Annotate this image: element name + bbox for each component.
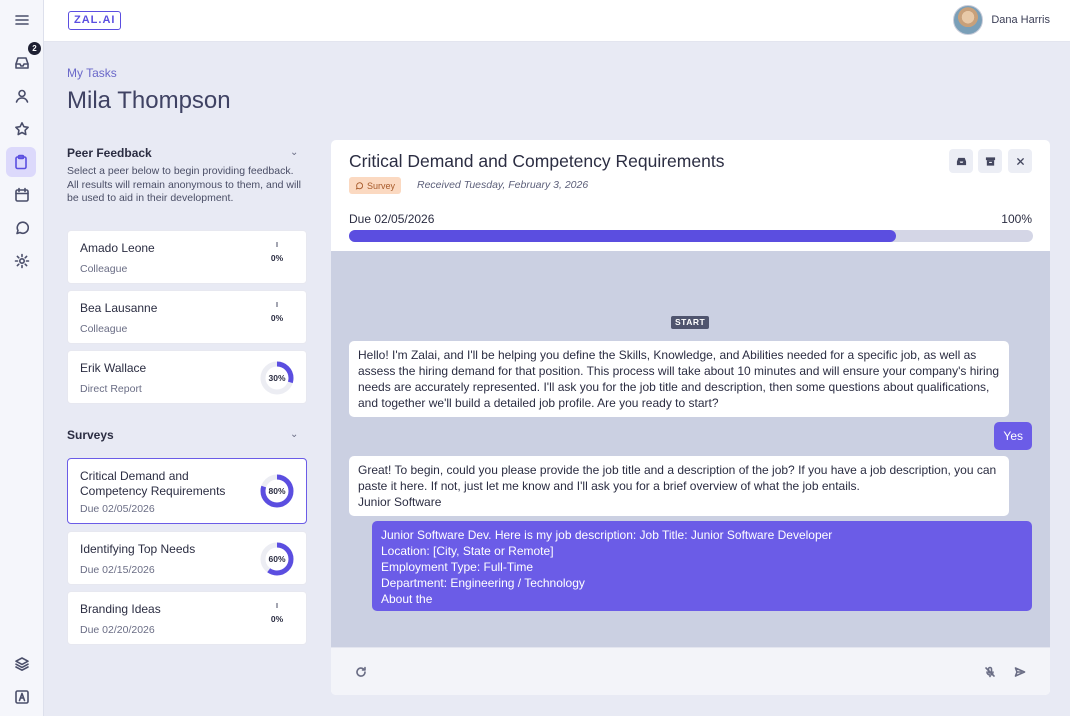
chat-input-bar[interactable] [331,647,1050,695]
inbox-icon[interactable] [11,52,33,74]
survey-name: Critical Demand and Competency Requireme… [80,469,226,498]
progress-ring: 60% [259,541,295,577]
close-button[interactable] [1008,149,1032,173]
user-icon[interactable] [11,85,33,107]
brand-logo[interactable]: ZAL.AI [68,11,122,30]
start-label: START [671,316,710,329]
mute-microphone-icon[interactable] [982,664,998,680]
peer-card[interactable]: Bea Lausanne Colleague 0% [67,290,307,344]
peer-role: Colleague [80,263,128,275]
tasks-clipboard-icon[interactable] [6,147,36,177]
peer-role: Direct Report [80,383,142,395]
star-icon[interactable] [11,118,33,140]
user-message: Yes [994,422,1032,450]
peer-card[interactable]: Amado Leone Colleague 0% [67,230,307,284]
survey-name: Branding Ideas [80,602,161,616]
survey-card[interactable]: Branding Ideas Due 02/20/2026 0% [67,591,307,645]
menu-icon[interactable] [11,9,33,31]
survey-due: Due 02/15/2026 [80,564,155,576]
refresh-icon[interactable] [353,664,369,680]
calendar-icon[interactable] [11,184,33,206]
top-bar: ZAL.AI Dana Harris [44,0,1070,42]
due-date: Due 02/05/2026 [349,212,435,226]
bot-message: Great! To begin, could you please provid… [349,456,1009,516]
avatar[interactable] [953,5,984,35]
progress-percent: 0% [270,313,284,323]
close-icon [1016,157,1024,165]
survey-due: Due 02/20/2026 [80,624,155,636]
send-icon[interactable] [1012,664,1028,680]
progress-ring: 0% [259,601,295,637]
progress-ring: 0% [259,240,295,276]
peer-name: Amado Leone [80,241,155,255]
bot-message: Hello! I'm Zalai, and I'll be helping yo… [349,341,1009,417]
chat-bubble-icon [355,182,364,190]
user-menu[interactable]: Dana Harris [953,5,1050,35]
progress-ring: 30% [259,360,295,396]
progress-ring: 0% [259,300,295,336]
progress-percent: 80% [268,486,286,496]
progress-label: 100% [1001,212,1032,226]
left-rail: 2 [0,0,44,716]
inbox-icon [956,157,966,165]
archive-icon [985,156,995,166]
chevron-down-icon[interactable]: ⌄ [290,429,298,440]
received-date: Received Tuesday, February 3, 2026 [417,179,589,191]
peer-card[interactable]: Erik Wallace Direct Report 30% [67,350,307,404]
peer-name: Erik Wallace [80,361,147,375]
survey-tag: Survey [349,177,402,194]
peer-feedback-heading: Peer Feedback [67,146,152,160]
progress-bar [349,230,1033,242]
chat-icon[interactable] [11,217,33,239]
inbox-button[interactable] [949,149,973,173]
surveys-heading: Surveys [67,428,114,442]
survey-tag-label: Survey [367,180,396,191]
progress-ring: 80% [259,473,295,509]
task-panel: Critical Demand and Competency Requireme… [331,140,1050,695]
user-message: Junior Software Dev. Here is my job desc… [372,521,1032,611]
peer-role: Colleague [80,323,128,335]
settings-gear-icon[interactable] [11,250,33,272]
survey-due: Due 02/05/2026 [80,503,155,515]
notification-badge: 2 [28,42,41,55]
peer-name: Bea Lausanne [80,301,158,315]
archive-button[interactable] [978,149,1002,173]
chevron-down-icon[interactable]: ⌄ [290,147,298,158]
progress-percent: 0% [270,253,284,263]
survey-card[interactable]: Identifying Top Needs Due 02/15/2026 60% [67,531,307,585]
chat-area[interactable]: START Hello! I'm Zalai, and I'll be help… [331,251,1050,647]
breadcrumb[interactable]: My Tasks [67,66,117,80]
progress-percent: 60% [268,554,286,564]
layers-icon[interactable] [11,653,33,675]
page-title: Mila Thompson [67,87,231,114]
survey-card-selected[interactable]: Critical Demand and Competency Requireme… [67,458,307,524]
user-name: Dana Harris [991,14,1050,26]
task-title: Critical Demand and Competency Requireme… [349,151,725,171]
progress-bar-fill [349,230,897,242]
peer-feedback-description: Select a peer below to begin providing f… [67,165,302,204]
app-logo-icon[interactable] [11,686,33,708]
progress-percent: 30% [268,373,286,383]
progress-percent: 0% [270,614,284,624]
survey-name: Identifying Top Needs [80,542,196,556]
